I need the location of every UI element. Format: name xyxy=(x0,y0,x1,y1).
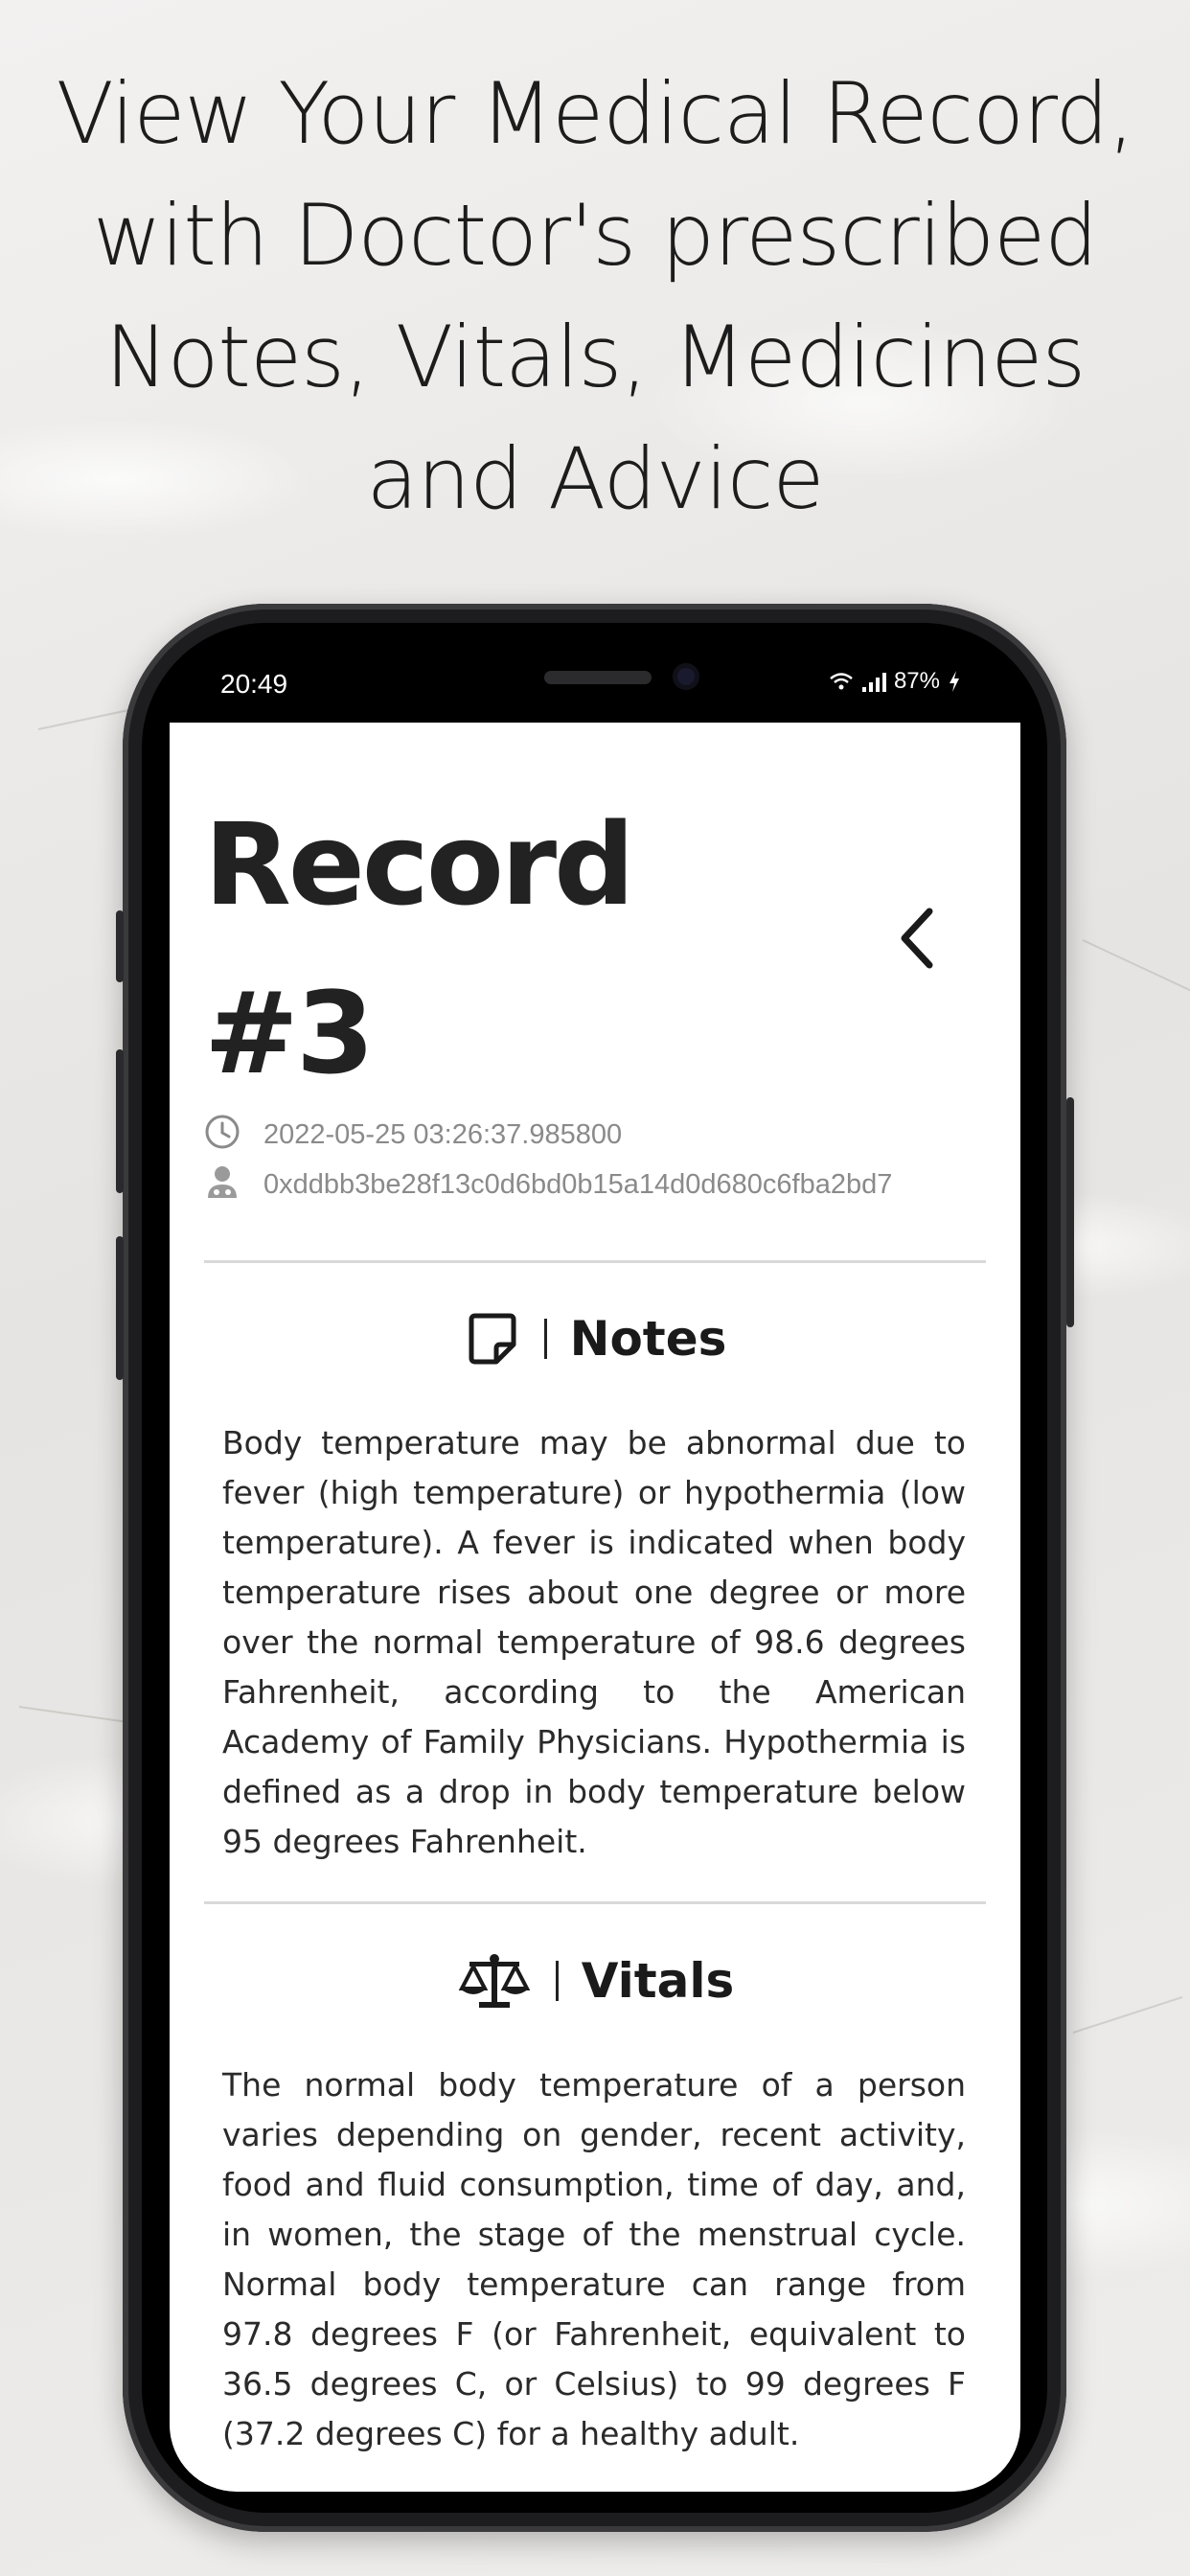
front-camera xyxy=(673,663,699,690)
phone-power-button xyxy=(1066,1097,1074,1327)
clock-icon xyxy=(205,1115,240,1149)
app-screen: Record #3 2022-05-25 03:26:37.985800 0xd… xyxy=(170,723,1020,2492)
back-chevron-icon xyxy=(901,908,933,969)
status-time: 20:49 xyxy=(220,669,288,699)
notes-title: Notes xyxy=(569,1311,727,1367)
section-divider xyxy=(204,1901,986,1904)
charging-icon xyxy=(950,671,959,692)
notes-body: Body temperature may be abnormal due to … xyxy=(222,1424,966,1860)
phone-volume-up-button xyxy=(116,1049,124,1193)
header-separator xyxy=(555,1961,559,2001)
doctor-icon xyxy=(208,1166,237,1198)
doctor-id: 0xddbb3be28f13c0d6bd0b15a14d0d680c6fba2b… xyxy=(263,1169,893,1200)
promo-headline: View Your Medical Record, with Doctor's … xyxy=(56,64,1135,528)
record-meta: 2022-05-25 03:26:37.985800 0xddbb3be28f1… xyxy=(204,1114,990,1206)
battery-percentage: 87% xyxy=(893,668,940,694)
record-title: Record #3 xyxy=(204,798,635,1099)
section-divider xyxy=(204,1260,986,1263)
phone-volume-down-button xyxy=(116,1236,124,1380)
back-button[interactable] xyxy=(883,900,950,977)
record-timestamp: 2022-05-25 03:26:37.985800 xyxy=(263,1119,623,1150)
status-indicators: 87% xyxy=(828,668,961,695)
doctor-row: 0xddbb3be28f13c0d6bd0b15a14d0d680c6fba2b… xyxy=(204,1163,990,1206)
vitals-section-header: Vitals xyxy=(170,1952,1020,2010)
scale-icon xyxy=(458,1954,531,2008)
header-separator xyxy=(543,1319,547,1359)
notes-section-header: Notes xyxy=(170,1310,1020,1368)
status-bar: 20:49 87% xyxy=(171,652,1018,719)
earpiece-speaker xyxy=(544,671,652,684)
vitals-title: Vitals xyxy=(581,1953,735,2009)
timestamp-row: 2022-05-25 03:26:37.985800 xyxy=(204,1114,990,1156)
sticky-note-icon xyxy=(469,1313,516,1365)
wifi-call-icon xyxy=(830,673,853,690)
vitals-body: The normal body temperature of a person … xyxy=(222,2066,966,2452)
signal-strength-icon xyxy=(861,671,886,692)
phone-side-button xyxy=(116,910,124,982)
